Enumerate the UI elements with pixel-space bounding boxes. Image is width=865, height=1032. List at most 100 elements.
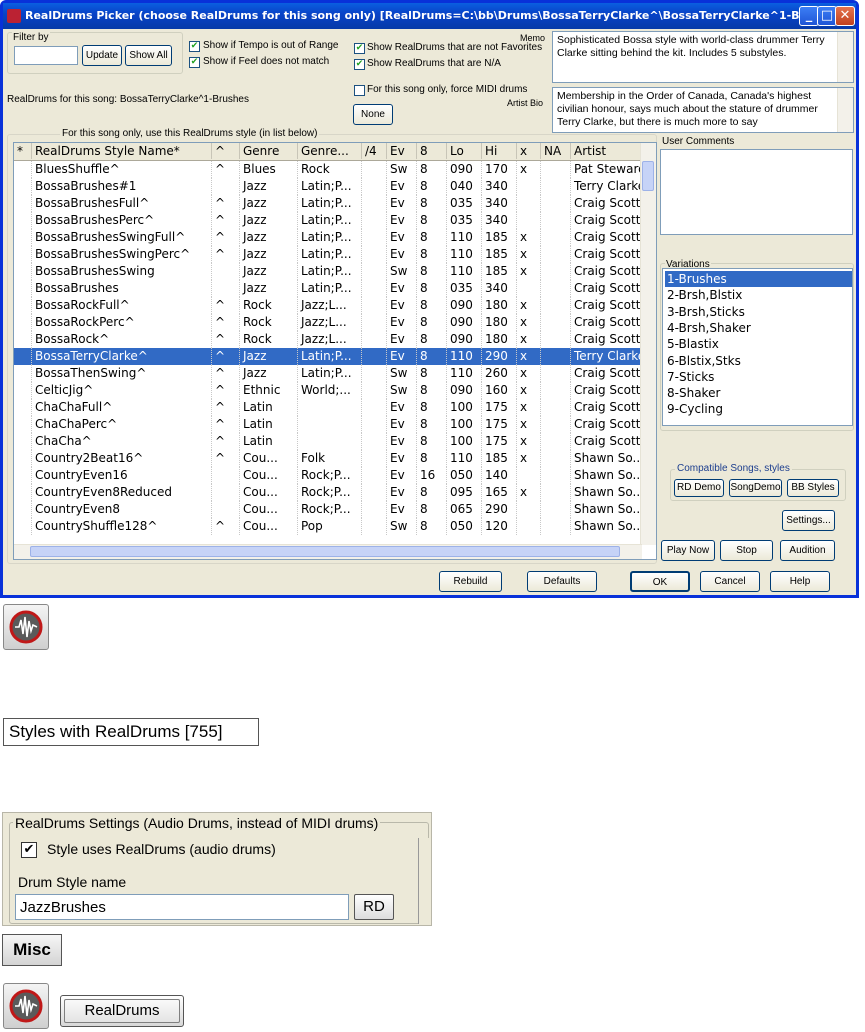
- variation-item[interactable]: 9-Cycling: [665, 401, 852, 417]
- realdrums-style-table[interactable]: * RealDrums Style Name* ^ Genre Genre.../4 Ev…: [13, 142, 657, 560]
- table-row[interactable]: CountryEven16 Cou... Rock;P... Ev 16 050 140 Sh…: [14, 467, 656, 484]
- table-cell: BossaBrushesFull^: [32, 195, 212, 212]
- column-header[interactable]: *: [14, 143, 32, 159]
- settings-panel-scrollbar[interactable]: [418, 838, 431, 924]
- maximize-icon[interactable]: □: [817, 6, 837, 26]
- column-header[interactable]: NA: [541, 143, 571, 159]
- table-row[interactable]: BossaBrushes#1 Jazz Latin;P... Ev 8 040 340 Ter…: [14, 178, 656, 195]
- table-hscroll-thumb[interactable]: [30, 546, 620, 557]
- column-header[interactable]: /4: [362, 143, 387, 159]
- table-horizontal-scrollbar[interactable]: [14, 544, 642, 559]
- column-header[interactable]: Genre...: [298, 143, 362, 159]
- table-cell: 090: [447, 297, 482, 314]
- variation-item[interactable]: 1-Brushes: [665, 271, 852, 287]
- table-cell: Latin;P...: [298, 263, 362, 280]
- help-button[interactable]: Help: [770, 571, 830, 592]
- column-header[interactable]: 8: [417, 143, 447, 159]
- table-row[interactable]: ChaChaPerc^ ^ Latin Ev 8 100 175 x Craig Scott: [14, 416, 656, 433]
- checkbox-na[interactable]: ✔: [354, 59, 365, 70]
- settings-button[interactable]: Settings...: [782, 510, 835, 531]
- variation-item[interactable]: 8-Shaker: [665, 385, 852, 401]
- table-row[interactable]: BossaThenSwing^ ^ Jazz Latin;P... Sw 8 110 260 x…: [14, 365, 656, 382]
- none-button[interactable]: None: [353, 104, 393, 125]
- table-cell: 185: [482, 246, 517, 263]
- column-header[interactable]: Ev: [387, 143, 417, 159]
- checkbox-feel-not-match[interactable]: ✔: [189, 57, 200, 68]
- stop-button[interactable]: Stop: [720, 540, 773, 561]
- table-cell: ^: [212, 348, 240, 365]
- style-uses-realdrums-checkbox[interactable]: ✔: [21, 842, 37, 858]
- misc-button[interactable]: Misc: [2, 934, 62, 966]
- table-row[interactable]: CountryEven8Reduced Cou... Rock;P... Ev 8 095…: [14, 484, 656, 501]
- rd-button[interactable]: RD: [354, 894, 394, 920]
- table-row[interactable]: BossaBrushes Jazz Latin;P... Ev 8 035 340 Craig…: [14, 280, 656, 297]
- variations-list[interactable]: 1-Brushes 2-Brsh,Blstix 3-Brsh,Sticks 4-Brs…: [662, 268, 853, 426]
- variation-item[interactable]: 6-Blstix,Stks: [665, 353, 852, 369]
- table-cell: [14, 518, 32, 535]
- table-row[interactable]: BossaBrushesSwing Jazz Latin;P... Sw 8 110 185…: [14, 263, 656, 280]
- artist-bio-scrollbar[interactable]: [837, 88, 853, 132]
- column-header[interactable]: ^: [212, 143, 240, 159]
- column-header[interactable]: x: [517, 143, 541, 159]
- filter-input[interactable]: [14, 46, 78, 65]
- column-header[interactable]: Hi: [482, 143, 517, 159]
- play-now-button[interactable]: Play Now: [661, 540, 715, 561]
- bb-styles-button[interactable]: BB Styles: [787, 479, 839, 497]
- table-scroll-thumb[interactable]: [642, 161, 654, 191]
- drum-style-name-input[interactable]: [15, 894, 349, 920]
- checkbox-tempo-out-of-range[interactable]: ✔: [189, 41, 200, 52]
- table-row[interactable]: CountryShuffle128^ ^ Cou... Pop Sw 8 050 120 Sha…: [14, 518, 656, 535]
- table-row[interactable]: CountryEven8 Cou... Rock;P... Ev 8 065 290 Shaw…: [14, 501, 656, 518]
- table-cell: 8: [417, 382, 447, 399]
- variation-item[interactable]: 2-Brsh,Blstix: [665, 287, 852, 303]
- table-row[interactable]: BossaTerryClarke^ ^ Jazz Latin;P... Ev 8 110 29…: [14, 348, 656, 365]
- table-row[interactable]: BossaRockPerc^ ^ Rock Jazz;L... Ev 8 090 180 x Cr…: [14, 314, 656, 331]
- memo-scrollbar[interactable]: [837, 32, 853, 82]
- column-header[interactable]: RealDrums Style Name*: [32, 143, 212, 159]
- song-demo-button[interactable]: SongDemo: [729, 479, 782, 497]
- table-row[interactable]: CelticJig^ ^ Ethnic World;... Sw 8 090 160 x Crai…: [14, 382, 656, 399]
- table-row[interactable]: BluesShuffle^ ^ Blues Rock Sw 8 090 170 x Pat Ste…: [14, 161, 656, 178]
- realdrums-button[interactable]: RealDrums: [64, 999, 180, 1023]
- variation-item[interactable]: 3-Brsh,Sticks: [665, 304, 852, 320]
- column-header[interactable]: Lo: [447, 143, 482, 159]
- table-row[interactable]: BossaBrushesSwingFull^ ^ Jazz Latin;P... Ev 8…: [14, 229, 656, 246]
- variation-item[interactable]: 5-Blastix: [665, 336, 852, 352]
- user-comments-input[interactable]: [660, 149, 853, 235]
- audition-button[interactable]: Audition: [780, 540, 835, 561]
- table-row[interactable]: BossaRock^ ^ Rock Jazz;L... Ev 8 090 180 x Craig …: [14, 331, 656, 348]
- artist-bio-text: Membership in the Order of Canada, Canad…: [552, 87, 854, 133]
- column-header[interactable]: Genre: [240, 143, 298, 159]
- table-row[interactable]: BossaBrushesSwingPerc^ ^ Jazz Latin;P... Ev 8…: [14, 246, 656, 263]
- checkbox-force-midi[interactable]: [354, 85, 365, 96]
- table-cell: Latin;P...: [298, 212, 362, 229]
- table-vertical-scrollbar[interactable]: [640, 143, 656, 545]
- checkbox-not-favorites[interactable]: ✔: [354, 43, 365, 54]
- realdrums-toolbar-button[interactable]: [3, 604, 49, 650]
- variation-item[interactable]: 4-Brsh,Shaker: [665, 320, 852, 336]
- cancel-button[interactable]: Cancel: [700, 571, 760, 592]
- ok-button[interactable]: OK: [630, 571, 690, 592]
- table-row[interactable]: BossaBrushesFull^ ^ Jazz Latin;P... Ev 8 035 34…: [14, 195, 656, 212]
- table-row[interactable]: BossaRockFull^ ^ Rock Jazz;L... Ev 8 090 180 x Cr…: [14, 297, 656, 314]
- rd-demo-button[interactable]: RD Demo: [674, 479, 724, 497]
- close-icon[interactable]: ✕: [835, 6, 855, 26]
- table-cell: ChaCha^: [32, 433, 212, 450]
- variation-item[interactable]: 7-Sticks: [665, 369, 852, 385]
- table-cell: Ev: [387, 416, 417, 433]
- table-cell: ^: [212, 212, 240, 229]
- rebuild-button[interactable]: Rebuild: [439, 571, 502, 592]
- table-row[interactable]: ChaCha^ ^ Latin Ev 8 100 175 x Craig Scott: [14, 433, 656, 450]
- table-cell: [14, 195, 32, 212]
- table-row[interactable]: BossaBrushesPerc^ ^ Jazz Latin;P... Ev 8 035 34…: [14, 212, 656, 229]
- realdrums-button-frame[interactable]: RealDrums: [60, 995, 184, 1027]
- realdrums-toolbar-button-2[interactable]: [3, 983, 49, 1029]
- defaults-button[interactable]: Defaults: [527, 571, 597, 592]
- table-row[interactable]: ChaChaFull^ ^ Latin Ev 8 100 175 x Craig Scott: [14, 399, 656, 416]
- table-row[interactable]: Country2Beat16^ ^ Cou... Folk Ev 8 110 185 x Shaw…: [14, 450, 656, 467]
- title-bar[interactable]: RealDrums Picker (choose RealDrums for t…: [3, 3, 856, 29]
- update-button[interactable]: Update: [82, 45, 122, 66]
- show-all-button[interactable]: Show All: [125, 45, 172, 66]
- table-cell: Rock: [240, 297, 298, 314]
- minimize-icon[interactable]: _: [799, 6, 819, 26]
